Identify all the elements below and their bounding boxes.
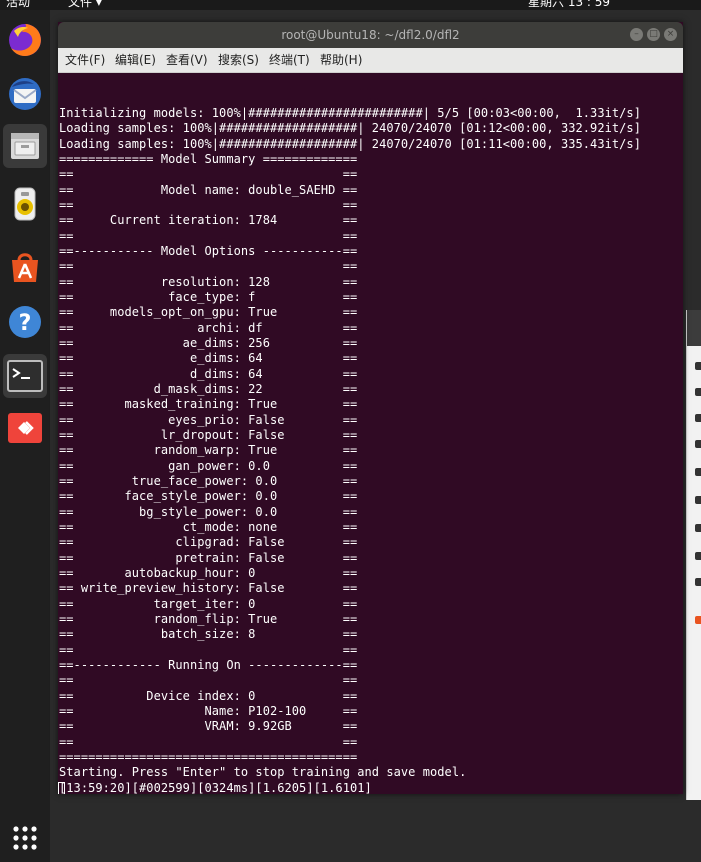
terminal-line: == == [59, 197, 358, 212]
terminal-line: == == [59, 642, 358, 657]
dock-item-software-center[interactable] [3, 246, 47, 290]
terminal-line: == == [59, 259, 358, 274]
terminal-line: == random_warp: True == [59, 443, 358, 458]
terminal-line: == == [59, 673, 358, 688]
software-center-icon [12, 253, 38, 282]
sidebar-icon [695, 388, 701, 396]
show-applications-button[interactable] [3, 816, 47, 860]
menu-view[interactable]: 查看(V) [166, 53, 208, 67]
app-menu[interactable]: 文件 ▾ [68, 0, 102, 9]
dock-item-terminal[interactable] [3, 354, 47, 398]
dock-item-files[interactable] [3, 124, 47, 168]
scrollbar[interactable] [677, 74, 683, 794]
dock-item-anydesk[interactable] [3, 406, 47, 450]
terminal-output[interactable]: Initializing models: 100%|##############… [58, 106, 678, 794]
menu-file[interactable]: 文件(F) [65, 53, 105, 67]
anydesk-icon [8, 413, 42, 443]
terminal-line: == Device index: 0 == [59, 688, 358, 703]
files-icon [11, 133, 39, 159]
terminal-line: == bg_style_power: 0.0 == [59, 504, 358, 519]
window-titlebar[interactable]: root@Ubuntu18: ~/dfl2.0/dfl2 – □ × [58, 22, 683, 48]
terminal-line: == gan_power: 0.0 == [59, 458, 358, 473]
terminal-line: ============= Model Summary ============… [59, 151, 358, 166]
thunderbird-icon [9, 78, 41, 110]
terminal-line: == d_dims: 64 == [59, 366, 358, 381]
terminal-line: == lr_dropout: False == [59, 427, 358, 442]
firefox-icon [9, 24, 41, 56]
background-window[interactable] [686, 310, 701, 800]
terminal-line: Initializing models: 100%|##############… [59, 106, 641, 120]
menu-search[interactable]: 搜索(S) [218, 53, 259, 67]
terminal-line: Loading samples: 100%|##################… [59, 136, 641, 151]
terminal-line: == autobackup_hour: 0 == [59, 565, 358, 580]
terminal-line: == == [59, 734, 358, 749]
sidebar-icon [695, 552, 701, 560]
terminal-line: == VRAM: 9.92GB == [59, 719, 358, 734]
terminal-line: == models_opt_on_gpu: True == [59, 305, 358, 320]
terminal-line: == == [59, 167, 358, 182]
sidebar-icon [695, 496, 701, 504]
terminal-icon [7, 360, 43, 392]
menu-bar: 文件(F) 编辑(E) 查看(V) 搜索(S) 终端(T) 帮助(H) [58, 48, 683, 73]
terminal-line: == archi: df == [59, 320, 358, 335]
terminal-line: == d_mask_dims: 22 == [59, 381, 358, 396]
sidebar-icon [695, 468, 701, 476]
dock-item-rhythmbox[interactable] [3, 182, 47, 226]
text-cursor [58, 781, 65, 794]
rhythmbox-icon [14, 187, 36, 221]
terminal-line: == == [59, 228, 358, 243]
dock-item-help[interactable]: ? [3, 300, 47, 344]
sidebar-icon [695, 578, 701, 586]
sidebar-icon [695, 414, 701, 422]
sidebar-icon [695, 616, 701, 624]
menu-terminal[interactable]: 终端(T) [269, 53, 310, 67]
help-icon: ? [9, 306, 41, 338]
clock[interactable]: 星期六 13 : 59 [528, 0, 610, 9]
menu-help[interactable]: 帮助(H) [320, 53, 362, 67]
terminal-line: == Current iteration: 1784 == [59, 213, 358, 228]
terminal-line: Starting. Press "Enter" to stop training… [59, 765, 467, 780]
maximize-button[interactable]: □ [647, 28, 660, 41]
terminal-line: ==----------- Model Options -----------=… [59, 243, 358, 258]
terminal-line: == batch_size: 8 == [59, 627, 358, 642]
terminal-line: == eyes_prio: False == [59, 412, 358, 427]
window-title: root@Ubuntu18: ~/dfl2.0/dfl2 [281, 28, 460, 42]
dock: ? [0, 10, 50, 862]
close-button[interactable]: × [664, 28, 677, 41]
terminal-line: == masked_training: True == [59, 397, 358, 412]
terminal-line: == Model name: double_SAEHD == [59, 182, 358, 197]
terminal-line: == face_type: f == [59, 289, 358, 304]
terminal-line: == random_flip: True == [59, 611, 358, 626]
background-window-titlebar [687, 310, 701, 346]
menu-edit[interactable]: 编辑(E) [115, 53, 156, 67]
dock-item-firefox[interactable] [3, 18, 47, 62]
dock-item-thunderbird[interactable] [3, 72, 47, 116]
minimize-button[interactable]: – [630, 28, 643, 41]
terminal-line: == pretrain: False == [59, 550, 358, 565]
terminal-line: == resolution: 128 == [59, 274, 358, 289]
terminal-line: == face_style_power: 0.0 == [59, 489, 358, 504]
sidebar-icon [695, 362, 701, 370]
app-grid-icon [13, 826, 37, 850]
terminal-line: ========================================… [59, 749, 358, 764]
terminal-window[interactable]: root@Ubuntu18: ~/dfl2.0/dfl2 – □ × 文件(F)… [58, 22, 683, 794]
terminal-line: == ct_mode: none == [59, 519, 358, 534]
terminal-line: == Name: P102-100 == [59, 703, 358, 718]
terminal-line: == write_preview_history: False == [59, 581, 358, 596]
terminal-line: ==------------ Running On -------------=… [59, 657, 358, 672]
sidebar-icon [695, 440, 701, 448]
terminal-line: == target_iter: 0 == [59, 596, 358, 611]
top-bar: 活动 文件 ▾ 星期六 13 : 59 [0, 0, 701, 10]
terminal-line: == true_face_power: 0.0 == [59, 473, 358, 488]
terminal-line: [13:59:20][#002599][0324ms][1.6205][1.61… [59, 780, 372, 794]
terminal-line: == ae_dims: 256 == [59, 335, 358, 350]
terminal-line: == e_dims: 64 == [59, 351, 358, 366]
activities-button[interactable]: 活动 [6, 0, 30, 9]
sidebar-icon [695, 524, 701, 532]
terminal-line: Loading samples: 100%|##################… [59, 121, 641, 136]
svg-text:?: ? [19, 311, 32, 336]
terminal-line: == clipgrad: False == [59, 535, 358, 550]
